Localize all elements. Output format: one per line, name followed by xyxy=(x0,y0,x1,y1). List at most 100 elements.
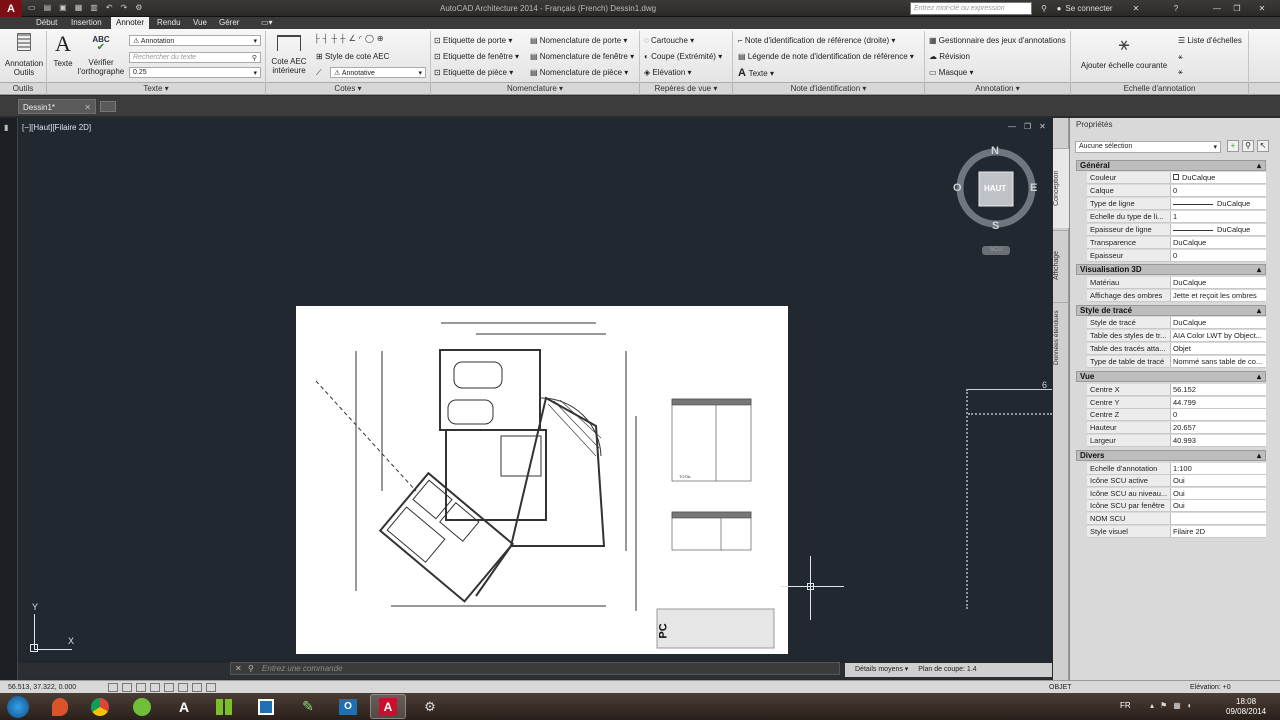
selection-dropdown[interactable]: Aucune sélection ▾ xyxy=(1075,141,1221,153)
center-icon[interactable]: ⊕ xyxy=(377,34,387,43)
new-icon[interactable]: ▭ xyxy=(28,3,36,14)
pickadd-icon[interactable]: ↖ xyxy=(1257,140,1269,152)
start-button[interactable] xyxy=(2,694,34,719)
minimize-button[interactable]: — xyxy=(1208,2,1226,15)
close-button[interactable]: ✕ xyxy=(1250,2,1274,15)
taskbar-app-6[interactable] xyxy=(248,694,284,719)
volume-icon[interactable]: ◖ xyxy=(1187,701,1192,710)
save-icon[interactable]: ▣ xyxy=(59,3,67,14)
door-schedule-button[interactable]: ▤ Nomenclature de porte ▾ xyxy=(530,36,627,45)
section-style-de-trace[interactable]: Style de tracé ▴ xyxy=(1076,305,1266,316)
prop-row[interactable]: Epaisseur de ligne DuCalque xyxy=(1087,224,1266,236)
ribbon-toggle-icon[interactable]: ▭▾ xyxy=(256,17,278,29)
prop-row[interactable]: NOM SCU xyxy=(1087,513,1266,525)
command-close-icon[interactable]: ✕ xyxy=(231,664,246,673)
panel-echelle[interactable]: Echelle d'annotation xyxy=(1071,83,1249,95)
tab-conception[interactable]: Conception xyxy=(1053,148,1069,228)
tab-debut[interactable]: Début xyxy=(31,17,62,29)
prop-row[interactable]: Icône SCU au niveau... Oui xyxy=(1087,488,1266,500)
elevation-button[interactable]: ◈ Elévation ▾ xyxy=(644,68,692,77)
new-tab-button[interactable] xyxy=(100,101,116,112)
user-icon[interactable]: ● xyxy=(1054,2,1064,15)
angular-dim-icon[interactable]: ∠ xyxy=(349,34,359,43)
prop-row[interactable]: Style visuel Filaire 2D xyxy=(1087,526,1266,538)
prop-row[interactable]: Transparence DuCalque xyxy=(1087,237,1266,249)
prop-row[interactable]: Hauteur 20.657 xyxy=(1087,422,1266,434)
panel-nomenclature[interactable]: Nomenclature ▾ xyxy=(431,83,640,95)
restore-button[interactable]: ❐ xyxy=(1228,2,1246,15)
window-schedule-button[interactable]: ▤ Nomenclature de fenêtre ▾ xyxy=(530,52,634,61)
command-line[interactable]: ✕ ⚲ Entrez une commande xyxy=(230,662,840,675)
taskbar-app-1[interactable] xyxy=(42,694,78,719)
radius-icon[interactable]: ◯ xyxy=(365,34,377,43)
add-selected-icon[interactable]: + xyxy=(1227,140,1239,152)
continue-dim-icon[interactable]: ┼┼ xyxy=(331,34,348,43)
help-search-input[interactable]: Entrez mot-clé ou expression xyxy=(910,2,1032,15)
dim-scale-dropdown[interactable]: ⚠ Annotative ▾ xyxy=(330,67,426,78)
text-button[interactable]: A Texte xyxy=(50,33,76,69)
panel-reperes[interactable]: Repères de vue ▾ xyxy=(640,83,733,95)
saveas-icon[interactable]: ▦ xyxy=(75,3,83,14)
viewcube-top-face[interactable]: HAUT xyxy=(984,184,1006,193)
room-schedule-button[interactable]: ▤ Nomenclature de pièce ▾ xyxy=(530,68,628,77)
tab-donnees-etendues[interactable]: Données étendues xyxy=(1053,302,1069,372)
taskbar-chrome[interactable] xyxy=(82,694,118,719)
revision-button[interactable]: ☁ Révision xyxy=(929,52,970,61)
mask-button[interactable]: ▭ Masque ▾ xyxy=(929,68,974,77)
panel-note[interactable]: Note d'identification ▾ xyxy=(733,83,925,95)
prop-row[interactable]: Style de tracé DuCalque xyxy=(1087,317,1266,329)
section-general[interactable]: Général ▴ xyxy=(1076,160,1266,171)
prop-row[interactable]: Echelle d'annotation 1:100 xyxy=(1087,463,1266,475)
aec-dimension-button[interactable]: Cote AEC intérieure xyxy=(268,33,310,75)
remove-scale-icon[interactable]: ⚹ xyxy=(1178,67,1183,77)
viewcube-south[interactable]: S xyxy=(992,220,999,232)
prop-row[interactable]: Centre Y 44.799 xyxy=(1087,397,1266,409)
find-text-input[interactable]: Rechercher du texte ⚲ xyxy=(129,52,261,63)
section-divers[interactable]: Divers ▴ xyxy=(1076,450,1266,461)
viewcube-north[interactable]: N xyxy=(991,145,999,157)
exchange-icon[interactable]: ✕ xyxy=(1130,2,1142,15)
sign-in-button[interactable]: Se connecter xyxy=(1064,2,1114,15)
help-icon[interactable]: ? xyxy=(1170,2,1182,15)
grid-toggle-icon[interactable] xyxy=(122,683,132,692)
tab-gerer[interactable]: Gérer xyxy=(214,17,244,29)
network-icon[interactable]: ▦ xyxy=(1173,701,1181,710)
aec-dim-style-button[interactable]: ⊞ Style de cote AEC xyxy=(316,52,389,61)
open-icon[interactable]: ▤ xyxy=(44,3,52,14)
prop-row[interactable]: Centre Z0 xyxy=(1087,409,1266,421)
section-button[interactable]: ◐ Coupe (Extrémité) ▾ xyxy=(644,52,722,61)
sync-scale-icon[interactable]: ⚹ xyxy=(1178,52,1183,62)
taskbar-utorrent[interactable] xyxy=(124,694,160,719)
vp-restore-icon[interactable]: ❐ xyxy=(1024,122,1031,131)
prop-row[interactable]: Type de table de tracé Nommé sans table d… xyxy=(1087,356,1266,368)
spell-check-button[interactable]: ABC ✔ Vérifier l'orthographe xyxy=(76,35,126,76)
tab-insertion[interactable]: Insertion xyxy=(66,17,107,29)
annotation-tools-button[interactable]: Annotation Outils xyxy=(3,33,45,77)
viewcube[interactable]: N S E O HAUT SCU xyxy=(950,145,1042,255)
flag-icon[interactable]: ⚑ xyxy=(1160,701,1167,710)
panel-annotation[interactable]: Annotation ▾ xyxy=(925,83,1071,95)
door-tag-button[interactable]: ⊡ Etiquette de porte ▾ xyxy=(434,36,512,45)
cut-plane-value[interactable]: Plan de coupe: 1.4 xyxy=(910,666,976,673)
quick-select-icon[interactable]: ⚲ xyxy=(1242,140,1254,152)
prop-row[interactable]: Couleur DuCalque xyxy=(1087,172,1266,184)
callout-button[interactable]: ◌ Cartouche ▾ xyxy=(644,36,694,45)
otrack-toggle-icon[interactable] xyxy=(178,683,188,692)
prop-row[interactable]: Table des tracés atta... Objet xyxy=(1087,343,1266,355)
taskbar-outlook[interactable]: O xyxy=(330,694,366,719)
dim-edit-icon[interactable]: ⟋ xyxy=(316,68,322,78)
taskbar-app-7[interactable]: ✎ xyxy=(290,694,326,719)
binoculars-icon[interactable]: ⚲ xyxy=(1038,2,1050,15)
prop-row[interactable]: Epaisseur 0 xyxy=(1087,250,1266,262)
tab-rendu[interactable]: Rendu xyxy=(152,17,186,29)
tab-affichage[interactable]: Affichage xyxy=(1053,230,1069,300)
print-icon[interactable]: ▥ xyxy=(90,3,98,14)
prop-row[interactable]: Calque 0 xyxy=(1087,185,1266,197)
wcs-menu[interactable]: SCU xyxy=(982,246,1010,255)
prop-row[interactable]: Icône SCU par fenêtre Oui xyxy=(1087,500,1266,512)
prop-row[interactable]: Centre X 56.152 xyxy=(1087,384,1266,396)
panel-cotes[interactable]: Cotes ▾ xyxy=(266,83,431,95)
keynote-button[interactable]: ⌐ Note d'identification de référence (dr… xyxy=(738,36,895,45)
command-input[interactable]: Entrez une commande xyxy=(262,664,343,673)
tray-arrow-icon[interactable]: ▴ xyxy=(1150,701,1154,710)
